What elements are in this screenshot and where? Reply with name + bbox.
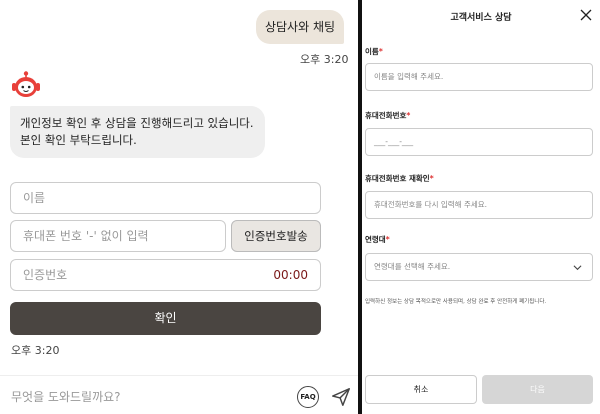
- message-input[interactable]: 무엇을 도와드릴까요?: [11, 388, 281, 405]
- age-select-placeholder: 연령대를 선택해 주세요.: [374, 262, 451, 271]
- bot-message-line: 개인정보 확인 후 상담을 진행해드리고 있습니다.: [20, 116, 254, 130]
- age-label: 연령대*: [365, 234, 390, 245]
- chat-panel: 상담사와 채팅 오후 3:20 개인정보 확인 후 상담을 진행해드리고 있습니…: [0, 0, 358, 414]
- required-mark: *: [378, 47, 383, 56]
- age-label-text: 연령대: [365, 235, 386, 244]
- name-label: 이름*: [365, 46, 383, 57]
- required-mark: *: [406, 111, 411, 120]
- phone-confirm-label-text: 휴대전화번호 재확인: [365, 174, 430, 183]
- verification-code-input[interactable]: 인증번호 00:00: [10, 259, 321, 291]
- bot-message-line: 본인 확인 부탁드립니다.: [20, 133, 137, 147]
- next-button[interactable]: 다음: [482, 375, 593, 404]
- cancel-button[interactable]: 취소: [365, 375, 477, 404]
- bot-message-time: 오후 3:20: [11, 344, 60, 357]
- modal-title: 고객서비스 상담: [450, 13, 512, 23]
- phone-confirm-label: 휴대전화번호 재확인*: [365, 173, 434, 184]
- phone-label-text: 휴대전화번호: [365, 111, 407, 120]
- faq-icon[interactable]: FAQ: [297, 386, 319, 408]
- required-mark: *: [385, 235, 390, 244]
- user-message-bubble: 상담사와 채팅: [256, 10, 344, 44]
- required-mark: *: [429, 174, 434, 183]
- phone-input[interactable]: 휴대폰 번호 '-' 없이 입력: [10, 220, 226, 252]
- confirm-button[interactable]: 확인: [10, 302, 321, 335]
- modal-phone-input[interactable]: ___-___-___: [365, 128, 593, 156]
- send-code-button[interactable]: 인증번호발송: [231, 220, 321, 252]
- code-placeholder: 인증번호: [23, 268, 68, 282]
- code-timer: 00:00: [273, 268, 308, 282]
- composer-divider: [0, 375, 358, 376]
- name-label-text: 이름: [365, 47, 379, 56]
- user-message-time: 오후 3:20: [300, 53, 349, 66]
- chevron-down-icon: [573, 265, 582, 271]
- send-icon[interactable]: [330, 386, 352, 408]
- phone-label: 휴대전화번호*: [365, 110, 410, 121]
- robot-avatar-icon: [12, 71, 40, 97]
- modal-phone-confirm-input[interactable]: 휴대전화번호를 다시 입력해 주세요.: [365, 191, 593, 219]
- modal-name-input[interactable]: 이름을 입력해 주세요.: [365, 63, 593, 91]
- age-select[interactable]: 연령대를 선택해 주세요.: [365, 253, 593, 281]
- name-input[interactable]: 이름: [10, 182, 321, 214]
- close-icon[interactable]: [580, 9, 592, 21]
- privacy-notice: 입력하신 정보는 상담 목적으로만 사용되며, 상담 완료 후 안전하게 폐기됩…: [365, 299, 547, 305]
- consultation-modal: 고객서비스 상담 이름* 이름을 입력해 주세요. 휴대전화번호* ___-__…: [362, 0, 600, 414]
- bot-message-bubble: 개인정보 확인 후 상담을 진행해드리고 있습니다. 본인 확인 부탁드립니다.: [10, 106, 265, 158]
